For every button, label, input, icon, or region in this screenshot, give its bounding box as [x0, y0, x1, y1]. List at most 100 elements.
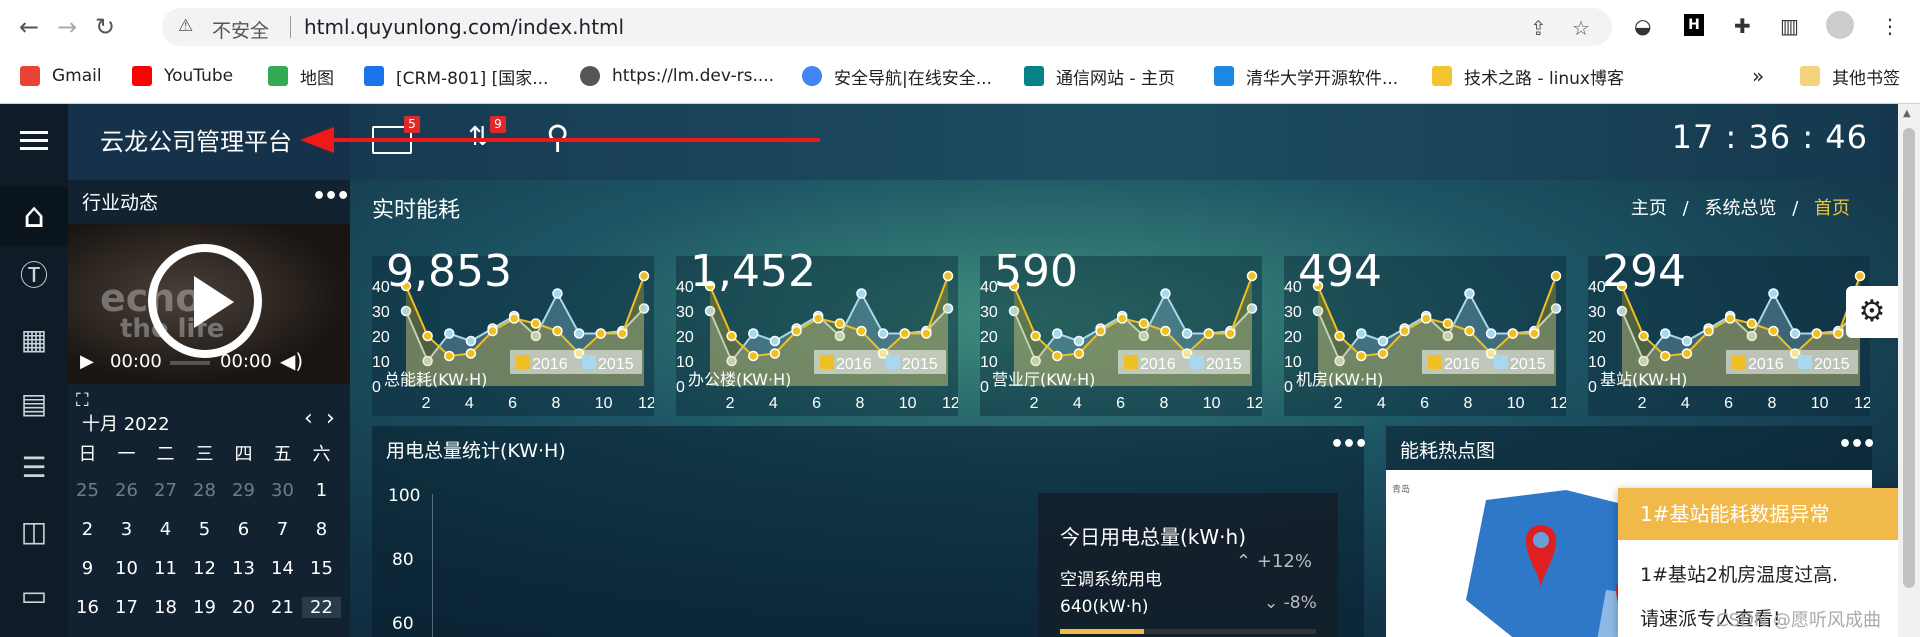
extension-h-icon[interactable]: H: [1684, 14, 1704, 36]
heatmap-more-icon[interactable]: •••: [1838, 432, 1876, 457]
seek-bar[interactable]: [170, 361, 210, 365]
data-point-2015[interactable]: [769, 335, 781, 347]
calendar-day[interactable]: 8: [302, 519, 341, 540]
profile-avatar[interactable]: [1826, 11, 1854, 39]
calendar-day[interactable]: 6: [224, 519, 263, 540]
data-point-2015[interactable]: [748, 328, 759, 339]
usage-more-icon[interactable]: •••: [1330, 432, 1368, 457]
calendar-day[interactable]: 18: [146, 597, 185, 618]
bookmark-crm[interactable]: [CRM-801] [国家...: [364, 62, 548, 90]
energy-card[interactable]: 0 10 20 30 40 2 4 6 8 10 12 2016 2015 494 机房(KW·H): [1284, 246, 1566, 416]
data-point-2015[interactable]: [1681, 335, 1693, 347]
data-point-2016[interactable]: [791, 325, 802, 337]
data-point-2016[interactable]: [444, 350, 455, 362]
calendar-day[interactable]: 15: [302, 558, 341, 579]
data-point-2016[interactable]: [530, 318, 542, 329]
data-point-2016[interactable]: [1160, 325, 1171, 337]
data-point-2016[interactable]: [1052, 350, 1063, 362]
data-point-2015[interactable]: [444, 328, 455, 339]
bookmark-sharepoint[interactable]: 通信网站 - 主页: [1024, 62, 1175, 90]
bookmark-linux-blog[interactable]: 技术之路 - linux博客: [1432, 62, 1624, 90]
data-point-2016[interactable]: [1095, 325, 1106, 337]
bookmark-youtube[interactable]: YouTube: [132, 62, 233, 90]
data-point-2016[interactable]: [465, 348, 477, 359]
data-point-2015[interactable]: [877, 328, 889, 339]
data-point-2016[interactable]: [1854, 270, 1866, 282]
data-point-2016[interactable]: [1030, 330, 1041, 342]
data-point-2016[interactable]: [1399, 325, 1410, 337]
calendar-day[interactable]: 13: [224, 558, 263, 579]
bookmark-tsinghua[interactable]: 清华大学开源软件...: [1214, 62, 1398, 90]
calendar-day[interactable]: 3: [107, 519, 146, 540]
data-point-2016[interactable]: [1203, 328, 1214, 339]
calendar-day[interactable]: 19: [185, 597, 224, 618]
data-point-2016[interactable]: [1377, 348, 1389, 359]
data-point-2016[interactable]: [1746, 318, 1758, 329]
puzzle-icon[interactable]: ✚: [1734, 14, 1751, 38]
data-point-2016[interactable]: [1833, 328, 1844, 339]
data-point-2016[interactable]: [1550, 270, 1562, 282]
data-point-2016[interactable]: [1420, 313, 1432, 324]
home-icon[interactable]: ⌂: [0, 186, 68, 246]
data-point-2016[interactable]: [1811, 328, 1822, 339]
data-point-2015[interactable]: [1073, 335, 1085, 347]
data-point-2016[interactable]: [1507, 328, 1518, 339]
page-scrollbar[interactable]: ▲: [1898, 104, 1920, 637]
bookmark-lm[interactable]: https://lm.dev-rs....: [580, 62, 774, 90]
sidepanel-icon[interactable]: ▥: [1780, 14, 1799, 38]
bookmark-star-icon[interactable]: ☆: [1572, 16, 1590, 40]
data-point-2015[interactable]: [1160, 288, 1171, 299]
data-point-2016[interactable]: [1529, 328, 1540, 339]
calendar-day[interactable]: 7: [263, 519, 302, 540]
data-point-2016[interactable]: [1442, 318, 1454, 329]
calendar-day[interactable]: 11: [146, 558, 185, 579]
grid-icon[interactable]: ▦: [14, 320, 54, 360]
energy-card[interactable]: 0 10 20 30 40 2 4 6 8 10 12 2016 2015 294 基站(KW·H): [1588, 246, 1870, 416]
data-point-2016[interactable]: [812, 313, 824, 324]
data-point-2016[interactable]: [508, 313, 520, 324]
data-point-2016[interactable]: [1638, 330, 1649, 342]
forward-icon[interactable]: →: [50, 10, 84, 44]
calendar-prev-icon[interactable]: ‹: [304, 406, 313, 431]
data-point-2016[interactable]: [1768, 325, 1779, 337]
data-point-2015[interactable]: [1356, 328, 1367, 339]
layout-icon[interactable]: ◫: [14, 512, 54, 552]
data-point-2015[interactable]: [1181, 328, 1193, 339]
calendar-next-icon[interactable]: ›: [326, 406, 335, 431]
energy-card[interactable]: 0 10 20 30 40 2 4 6 8 10 12 2016 2015 9,853 总能耗(KW·H): [372, 246, 654, 416]
address-bar[interactable]: ⚠ 不安全 html.quyunlong.com/index.html ⇪ ☆: [162, 8, 1612, 46]
data-point-2015[interactable]: [1485, 328, 1497, 339]
data-point-2015[interactable]: [1660, 328, 1671, 339]
menu-kebab-icon[interactable]: ⋮: [1880, 14, 1900, 38]
calendar-day[interactable]: 21: [263, 597, 302, 618]
bookmark-gmail[interactable]: Gmail: [20, 62, 102, 90]
data-point-2016[interactable]: [942, 270, 954, 282]
data-point-2016[interactable]: [748, 350, 759, 362]
energy-card[interactable]: 0 10 20 30 40 2 4 6 8 10 12 2016 2015 1,452 办公楼(KW·H): [676, 246, 958, 416]
calendar-day[interactable]: 27: [146, 480, 185, 501]
data-point-2016[interactable]: [638, 270, 650, 282]
data-point-2016[interactable]: [1246, 270, 1258, 282]
back-icon[interactable]: ←: [12, 10, 46, 44]
data-point-2016[interactable]: [1660, 350, 1671, 362]
bookmarks-more[interactable]: »: [1752, 62, 1764, 90]
calendar-day[interactable]: 9: [68, 558, 107, 579]
data-point-2016[interactable]: [1703, 325, 1714, 337]
data-point-2016[interactable]: [899, 328, 910, 339]
settings-gear-icon[interactable]: ⚙: [1846, 286, 1898, 338]
scroll-thumb[interactable]: [1903, 128, 1915, 588]
data-point-2016[interactable]: [595, 328, 606, 339]
calendar-day[interactable]: 20: [224, 597, 263, 618]
url-text[interactable]: html.quyunlong.com/index.html: [304, 15, 624, 39]
calendar-day[interactable]: 12: [185, 558, 224, 579]
play-icon[interactable]: ▶: [80, 351, 94, 372]
document-icon[interactable]: ▤: [14, 384, 54, 424]
data-point-2016[interactable]: [1334, 330, 1345, 342]
calendar-day[interactable]: 28: [185, 480, 224, 501]
layers-icon[interactable]: ☰: [14, 448, 54, 488]
data-point-2016[interactable]: [726, 330, 737, 342]
data-point-2016[interactable]: [921, 328, 932, 339]
calendar-day[interactable]: 5: [185, 519, 224, 540]
data-point-2016[interactable]: [487, 325, 498, 337]
data-point-2016[interactable]: [1073, 348, 1085, 359]
